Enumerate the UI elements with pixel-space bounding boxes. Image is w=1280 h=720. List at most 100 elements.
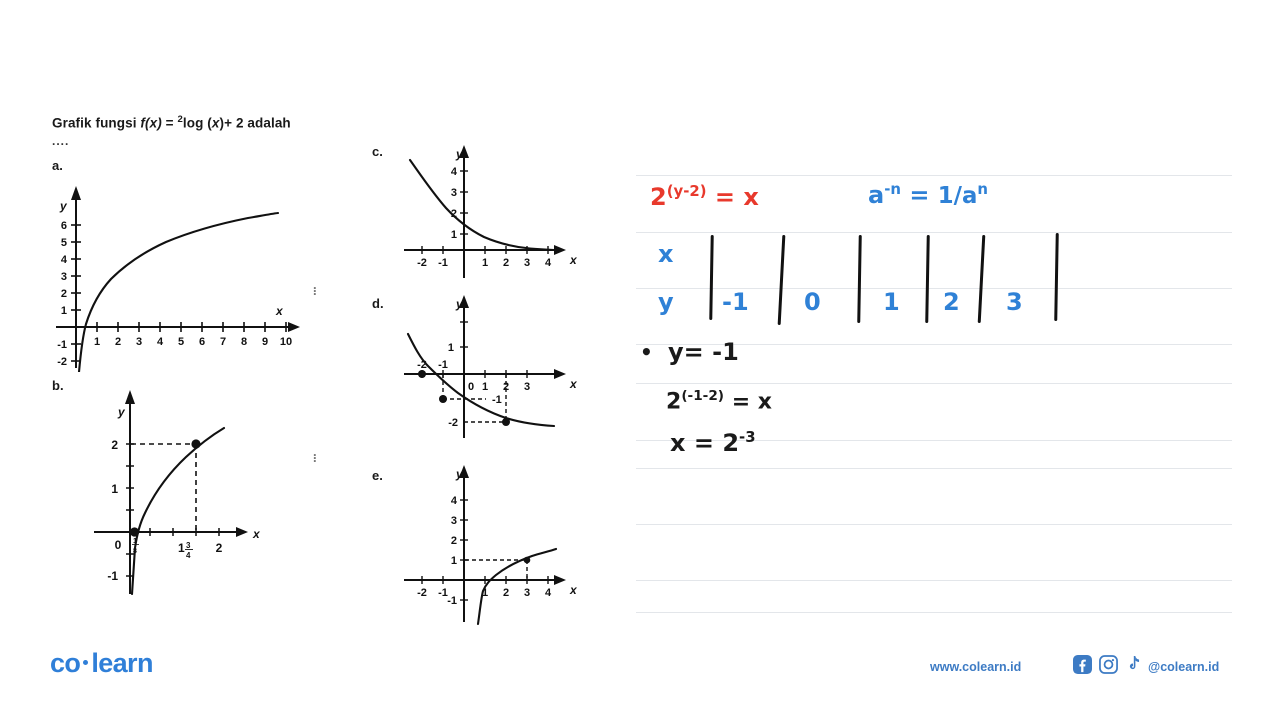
note-result: x = 2-3	[670, 428, 756, 457]
option-label-e: e.	[372, 468, 383, 483]
table-divider	[925, 234, 930, 324]
graph-c-xtick-3: 3	[524, 257, 530, 269]
facebook-icon[interactable]	[1073, 655, 1092, 679]
graph-c-xtick-m2: -2	[417, 257, 427, 269]
note-blue-a: a	[868, 181, 885, 209]
graph-c-xtick-4: 4	[545, 257, 552, 269]
note-table-y-value: 2	[943, 288, 960, 316]
graph-c-ytick-3: 3	[451, 187, 457, 199]
question-variable: x	[211, 115, 220, 131]
rule-line	[636, 383, 1232, 384]
graph-e-ytick-m1: -1	[447, 595, 457, 607]
graph-a-xtick-1: 1	[94, 336, 100, 348]
question-equals: =	[161, 115, 178, 131]
tiktok-icon[interactable]	[1125, 655, 1142, 679]
note-bullet-icon: •	[640, 340, 653, 364]
social-icons	[1073, 655, 1142, 679]
graph-a-axis-y-label: y	[59, 199, 68, 213]
graph-b-origin: 0	[115, 538, 122, 552]
rule-line	[636, 580, 1232, 581]
table-divider	[977, 234, 986, 324]
graph-b-axis-y-label: y	[117, 405, 126, 419]
note-red-exponent: (y-2)	[666, 182, 707, 200]
rule-line	[636, 175, 1232, 176]
graph-d-point-3	[502, 418, 510, 426]
graph-d-origin: 0	[468, 381, 474, 393]
question-prefix: Grafik fungsi	[52, 115, 141, 131]
graph-c-xtick-1: 1	[482, 257, 488, 269]
note-substitution: 2(-1-2) = x	[666, 388, 772, 414]
question-tail: )+ 2 adalah	[219, 115, 291, 131]
graph-b-xtick-1-3-4: 1	[178, 541, 185, 555]
question-text: Grafik fungsi f(x) = 2log (x)+ 2 adalah	[52, 114, 472, 131]
note-red-rest: = x	[706, 183, 759, 211]
graph-b-xtick-frac-num: 3	[186, 541, 191, 550]
graph-e-point-1	[523, 556, 531, 564]
option-label-a: a.	[52, 158, 63, 173]
option-label-d: d.	[372, 296, 384, 311]
logo-text-left: co	[50, 648, 81, 678]
graph-e-ytick-1: 1	[451, 555, 457, 567]
note-table-y-value: -1	[722, 288, 749, 316]
website-url: www.colearn.id	[930, 660, 1022, 674]
graph-a-ytick-1: 1	[61, 305, 67, 317]
logo-text-right: learn	[91, 648, 153, 678]
table-divider	[709, 234, 714, 321]
graph-e-xtick-3: 3	[524, 587, 530, 599]
note-table-y-value: 3	[1006, 288, 1023, 316]
graph-a-ytick-3: 3	[61, 271, 67, 283]
graph-c-axis-y-label: y	[455, 147, 464, 161]
graph-d-xtick-m2: -2	[417, 359, 427, 371]
graph-d-axis-x-label: x	[569, 377, 578, 391]
colearn-logo: co learn	[50, 648, 153, 679]
note-blue-equals: =	[900, 181, 938, 209]
graph-c-ytick-1: 1	[451, 229, 457, 241]
graph-d-xtick-1: 1	[482, 381, 488, 393]
graph-d-point-1	[418, 370, 426, 378]
graph-e-xtick-4: 4	[545, 587, 552, 599]
option-label-c: c.	[372, 144, 383, 159]
graph-option-d: -2 -1 1 2 3 0 1 -1 -2 y x	[398, 292, 593, 442]
graph-b-ellipsis: ...	[313, 444, 317, 465]
note-sub-exponent: (-1-2)	[681, 388, 725, 404]
note-table-y-value: 0	[804, 288, 821, 316]
graph-a-ytick-4: 4	[61, 254, 68, 266]
graph-a-xtick-10: 10	[280, 336, 292, 348]
note-result-base: 2	[722, 429, 740, 457]
graph-c-xtick-m1: -1	[438, 257, 448, 269]
note-sub-rest: = x	[724, 389, 772, 415]
note-red-equation: 2(y-2) = x	[650, 182, 759, 211]
graph-option-c: -2 -1 1 2 3 4 4 3 2 1 y x	[398, 142, 593, 282]
graph-option-b: 0 2 1 -1 2 1 3 4 1 8 y x	[88, 382, 278, 602]
note-sub-base: 2	[666, 389, 682, 415]
note-blue-fraction: 1/a	[937, 183, 978, 209]
option-label-b: b.	[52, 378, 64, 393]
graph-d-xtick-m1: -1	[438, 359, 448, 371]
worksheet-page: Grafik fungsi f(x) = 2log (x)+ 2 adalah …	[0, 0, 1280, 720]
question-panel: Grafik fungsi f(x) = 2log (x)+ 2 adalah …	[0, 0, 628, 720]
graph-d-point-2	[439, 395, 447, 403]
rule-line	[636, 524, 1232, 525]
rule-line	[636, 468, 1232, 469]
note-result-lhs: x =	[670, 429, 723, 457]
graph-c-ytick-4: 4	[451, 166, 458, 178]
logo-dot-icon	[83, 660, 89, 666]
graph-e-ytick-3: 3	[451, 515, 457, 527]
graph-a-ytick-2: 2	[61, 288, 67, 300]
graph-d-ytick-m2: -2	[448, 417, 458, 429]
instagram-icon[interactable]	[1099, 655, 1118, 679]
graph-a-xtick-3: 3	[136, 336, 142, 348]
graph-b-ytick-2: 2	[111, 438, 118, 452]
question-log: log (	[182, 115, 212, 131]
graph-b-ytick-1: 1	[111, 482, 118, 496]
graph-a-ytick-m2: -2	[57, 356, 67, 368]
graph-a-xtick-9: 9	[262, 336, 268, 348]
graph-d-ytick-m1: -1	[492, 394, 502, 406]
graph-option-e: -2 -1 1 2 3 4 4 3 2 1 -1 y x	[398, 462, 593, 627]
note-red-base: 2	[650, 183, 667, 211]
graph-a-xtick-7: 7	[220, 336, 226, 348]
note-table-row-x-label: x	[658, 240, 674, 268]
graph-e-ytick-4: 4	[451, 495, 458, 507]
question-function: f(x)	[140, 115, 162, 131]
graph-a-xtick-6: 6	[199, 336, 205, 348]
